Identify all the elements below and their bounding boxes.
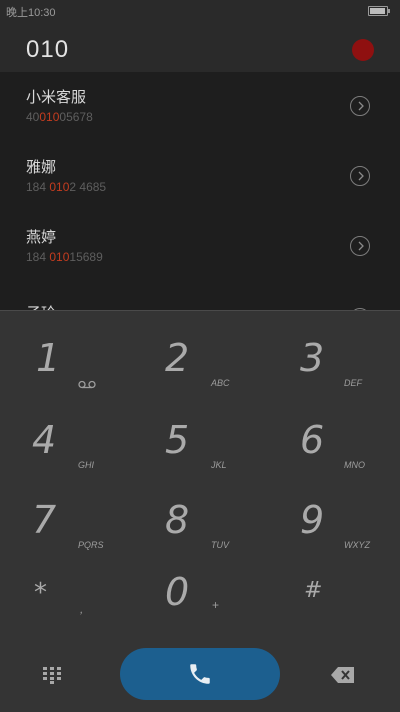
key-6[interactable]: 6 MNO: [266, 408, 399, 488]
contact-row[interactable]: 小米客服 4001005678: [0, 72, 400, 142]
contact-number: 184 01015689: [26, 250, 103, 264]
key-2[interactable]: 2 ABC: [133, 326, 266, 406]
key-8[interactable]: 8 TUV: [133, 488, 266, 568]
key-0[interactable]: 0 +: [133, 564, 266, 644]
battery-icon: [368, 6, 390, 16]
status-bar: 晚上10:30: [0, 0, 400, 22]
key-digit: 8: [165, 498, 190, 542]
key-digit: 5: [165, 418, 190, 462]
key-letters: ABC: [211, 378, 230, 388]
key-letters: ,: [80, 602, 84, 616]
key-letters: JKL: [211, 460, 227, 470]
voicemail-icon: [78, 376, 96, 394]
key-1[interactable]: 1: [0, 326, 133, 406]
record-dot-icon[interactable]: [352, 39, 374, 61]
contact-results: 小米客服 4001005678 雅娜 184 0102 4685 燕婷 184 …: [0, 72, 400, 310]
dial-input-bar: 010: [0, 22, 400, 72]
key-digit: 4: [32, 418, 57, 462]
status-time: 晚上10:30: [6, 7, 56, 19]
call-button[interactable]: [120, 648, 280, 700]
key-digit: 6: [300, 418, 325, 462]
key-digit: 3: [300, 336, 325, 380]
contact-row[interactable]: 燕婷 184 01015689: [0, 212, 400, 282]
key-letters: GHI: [78, 460, 95, 470]
chevron-right-icon[interactable]: [350, 236, 370, 256]
key-digit: #: [304, 578, 323, 603]
key-digit: 2: [165, 336, 190, 380]
key-5[interactable]: 5 JKL: [133, 408, 266, 488]
contact-name: 雅娜: [26, 159, 57, 176]
key-letters: MNO: [344, 460, 365, 470]
key-digit: 1: [36, 336, 61, 380]
key-9[interactable]: 9 WXYZ: [266, 488, 399, 568]
dialer-bottom-bar: [0, 638, 400, 711]
contact-name: 燕婷: [26, 229, 57, 246]
key-digit: 0: [165, 570, 190, 614]
dialed-number[interactable]: 010: [26, 36, 69, 64]
contact-number: 4001005678: [26, 110, 93, 124]
contact-row[interactable]: 子玲: [0, 282, 400, 310]
key-7[interactable]: 7 PQRS: [0, 488, 133, 568]
contact-name: 子玲: [26, 302, 56, 310]
key-digit: *: [34, 578, 47, 608]
dialpad-toggle-icon[interactable]: [42, 666, 64, 684]
key-4[interactable]: 4 GHI: [0, 408, 133, 488]
key-letters: +: [212, 598, 220, 612]
chevron-right-icon[interactable]: [350, 166, 370, 186]
contact-row[interactable]: 雅娜 184 0102 4685: [0, 142, 400, 212]
key-letters: WXYZ: [344, 540, 370, 550]
contact-name: 小米客服: [26, 89, 87, 106]
key-letters: DEF: [344, 378, 362, 388]
chevron-right-icon[interactable]: [350, 96, 370, 116]
key-letters: PQRS: [78, 540, 104, 550]
key-star[interactable]: * ,: [0, 564, 133, 644]
key-letters: TUV: [211, 540, 229, 550]
key-digit: 7: [32, 498, 57, 542]
key-hash[interactable]: #: [266, 564, 399, 644]
contact-number: 184 0102 4685: [26, 180, 107, 194]
phone-icon: [190, 664, 210, 684]
key-3[interactable]: 3 DEF: [266, 326, 399, 406]
backspace-icon[interactable]: [330, 666, 356, 684]
key-digit: 9: [300, 498, 325, 542]
